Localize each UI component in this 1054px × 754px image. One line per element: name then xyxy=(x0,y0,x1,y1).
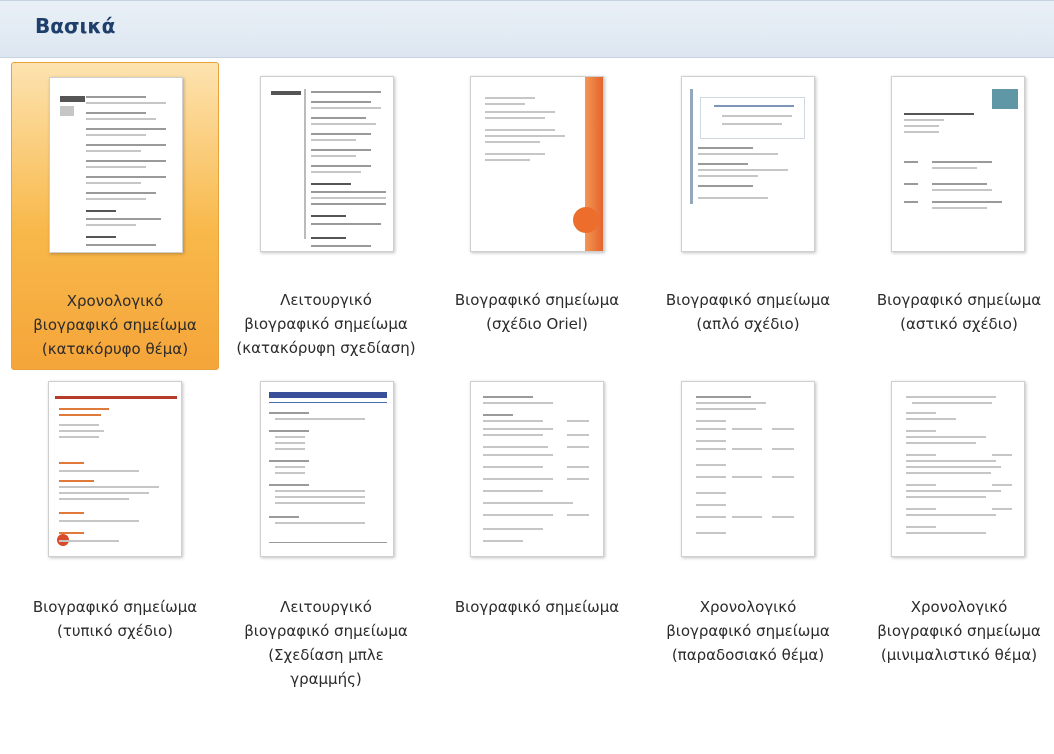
template-label: Βιογραφικό σημείωμα xyxy=(454,598,620,616)
section-header: Βασικά xyxy=(0,0,1054,58)
template-thumbnail xyxy=(49,77,183,253)
template-label: Βιογραφικό σημείωμα (αστικό σχέδιο) xyxy=(876,291,1042,333)
template-label: Λειτουργικό βιογραφικό σημείωμα (κατακόρ… xyxy=(236,291,416,357)
template-thumbnail xyxy=(470,76,604,252)
template-functional-vertical[interactable]: Λειτουργικό βιογραφικό σημείωμα (κατακόρ… xyxy=(222,62,430,370)
template-label: Χρονολογικό βιογραφικό σημείωμα (κατακόρ… xyxy=(33,292,197,358)
template-chronological-minimal[interactable]: Χρονολογικό βιογραφικό σημείωμα (μινιμαλ… xyxy=(855,373,1054,693)
template-thumbnail xyxy=(260,76,394,252)
template-thumbnail xyxy=(681,76,815,252)
template-thumbnail xyxy=(681,381,815,557)
template-blue-line[interactable]: Λειτουργικό βιογραφικό σημείωμα (Σχεδίασ… xyxy=(222,373,430,693)
template-simple[interactable]: Βιογραφικό σημείωμα (απλό σχέδιο) xyxy=(644,62,852,370)
template-thumbnail xyxy=(470,381,604,557)
template-thumbnail xyxy=(891,381,1025,557)
template-label: Βιογραφικό σημείωμα (τυπικό σχέδιο) xyxy=(32,598,198,640)
template-standard[interactable]: Βιογραφικό σημείωμα (τυπικό σχέδιο) xyxy=(11,373,219,693)
template-thumbnail xyxy=(48,381,182,557)
template-label: Βιογραφικό σημείωμα (απλό σχέδιο) xyxy=(665,291,831,333)
template-label: Βιογραφικό σημείωμα (σχέδιο Oriel) xyxy=(454,291,620,333)
template-chronological-vertical[interactable]: Χρονολογικό βιογραφικό σημείωμα (κατακόρ… xyxy=(11,62,219,370)
template-urban[interactable]: Βιογραφικό σημείωμα (αστικό σχέδιο) xyxy=(855,62,1054,370)
template-label: Λειτουργικό βιογραφικό σημείωμα (Σχεδίασ… xyxy=(244,598,408,688)
template-thumbnail xyxy=(891,76,1025,252)
template-oriel[interactable]: Βιογραφικό σημείωμα (σχέδιο Oriel) xyxy=(433,62,641,370)
template-basic[interactable]: Βιογραφικό σημείωμα xyxy=(433,373,641,693)
template-label: Χρονολογικό βιογραφικό σημείωμα (μινιμαλ… xyxy=(877,598,1041,664)
template-label: Χρονολογικό βιογραφικό σημείωμα (παραδοσ… xyxy=(666,598,830,664)
section-title: Βασικά xyxy=(35,14,116,38)
template-thumbnail xyxy=(260,381,394,557)
template-chronological-traditional[interactable]: Χρονολογικό βιογραφικό σημείωμα (παραδοσ… xyxy=(644,373,852,693)
